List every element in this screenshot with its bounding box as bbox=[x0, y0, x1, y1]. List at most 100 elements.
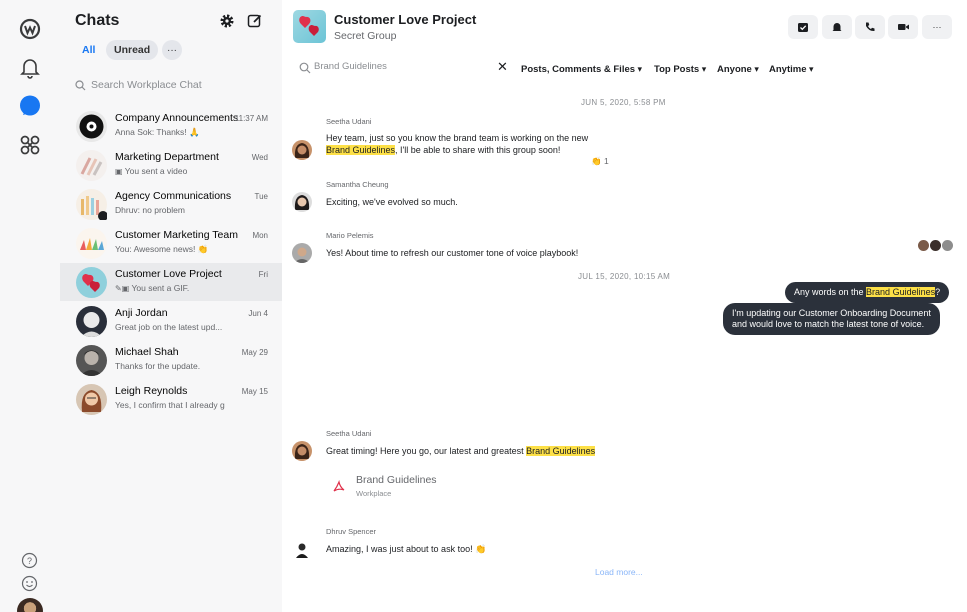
chat-item-preview-text: You sent a video bbox=[124, 166, 188, 176]
message-sender: Mario Pelemis bbox=[326, 231, 374, 240]
search-highlight: Brand Guidelines bbox=[526, 446, 596, 456]
avatar bbox=[76, 189, 108, 221]
gif-icon: ✎▣ bbox=[115, 284, 132, 293]
message-sender: Dhruv Spencer bbox=[326, 527, 377, 536]
chat-item-time: Jun 4 bbox=[248, 309, 268, 318]
message-text: Amazing, I was just about to ask too! 👏 bbox=[326, 544, 487, 554]
chat-item-preview: Dhruv: no problem bbox=[115, 205, 185, 215]
close-icon[interactable]: ✕ bbox=[497, 59, 508, 75]
chat-item-time: Fri bbox=[258, 270, 268, 279]
message-text-before: Any words on the bbox=[794, 287, 867, 297]
workplace-logo-icon[interactable] bbox=[16, 15, 44, 43]
message-text-line-1: I'm updating our Customer Onboarding Doc… bbox=[732, 308, 931, 318]
avatar bbox=[292, 192, 312, 212]
avatar bbox=[76, 150, 107, 181]
message-text: Exciting, we've evolved so much. bbox=[326, 197, 458, 207]
profile-avatar[interactable] bbox=[17, 598, 43, 612]
compose-icon[interactable] bbox=[247, 13, 265, 31]
nav-rail: ? bbox=[0, 0, 60, 612]
search-icon bbox=[75, 79, 86, 90]
avatar bbox=[76, 384, 107, 415]
message-text-before: Great timing! Here you go, our latest an… bbox=[326, 446, 527, 456]
message-sender: Samantha Cheung bbox=[326, 180, 389, 189]
help-icon[interactable]: ? bbox=[21, 552, 38, 569]
chat-item-preview: ✎▣ You sent a GIF. bbox=[115, 283, 225, 293]
filter-anyone-dropdown[interactable]: Anyone bbox=[717, 64, 759, 75]
avatar bbox=[292, 140, 312, 160]
more-options-button[interactable]: ··· bbox=[922, 15, 952, 39]
filter-posts-dropdown[interactable]: Posts, Comments & Files bbox=[521, 64, 642, 75]
video-icon bbox=[897, 24, 909, 30]
avatar bbox=[76, 267, 107, 298]
call-button[interactable] bbox=[855, 15, 885, 39]
chat-item-preview: You: Awesome news! 👏 bbox=[115, 244, 209, 254]
message-text: Great timing! Here you go, our latest an… bbox=[326, 445, 596, 457]
filter-more-button[interactable]: ··· bbox=[162, 40, 182, 60]
chat-item-michael-shah[interactable]: Michael Shah Thanks for the update. May … bbox=[60, 341, 282, 379]
filter-top-posts-dropdown[interactable]: Top Posts bbox=[654, 64, 706, 75]
outgoing-message: Any words on the Brand Guidelines? bbox=[785, 282, 950, 303]
reaction-badge[interactable]: 👏 1 bbox=[591, 156, 609, 167]
chat-item-time: Wed bbox=[251, 153, 268, 162]
date-separator: JUL 15, 2020, 10:15 AM bbox=[578, 272, 671, 281]
avatar bbox=[76, 306, 107, 337]
attachment-name[interactable]: Brand Guidelines bbox=[356, 474, 437, 486]
calendar-check-button[interactable] bbox=[788, 15, 818, 39]
chat-item-agency-communications[interactable]: Agency Communications Dhruv: no problem … bbox=[60, 185, 282, 223]
gear-icon[interactable] bbox=[219, 13, 237, 31]
avatar bbox=[292, 540, 312, 560]
chat-item-preview: Yes, I confirm that I already go... bbox=[115, 400, 225, 410]
group-avatar[interactable] bbox=[293, 10, 326, 43]
search-highlight: Brand Guidelines bbox=[866, 287, 936, 297]
video-call-button[interactable] bbox=[888, 15, 918, 39]
message-sender: Seetha Udani bbox=[326, 117, 372, 126]
chat-item-time: Tue bbox=[254, 192, 269, 201]
emoji-icon[interactable] bbox=[21, 575, 38, 592]
pdf-file-icon[interactable] bbox=[332, 479, 346, 494]
chat-item-name: Customer Marketing Team bbox=[115, 229, 238, 241]
chat-item-company-announcements[interactable]: Company Announcements Anna Sok: Thanks! … bbox=[60, 107, 282, 145]
filter-anytime-dropdown[interactable]: Anytime bbox=[769, 64, 814, 75]
bell-icon[interactable] bbox=[16, 54, 44, 82]
chat-item-preview: ▣ You sent a video bbox=[115, 166, 225, 176]
chat-item-customer-love-project[interactable]: Customer Love Project ✎▣ You sent a GIF.… bbox=[60, 263, 282, 301]
chat-item-time: May 15 bbox=[241, 387, 268, 396]
bell-button[interactable] bbox=[822, 15, 852, 39]
attachment-source: Workplace bbox=[356, 489, 392, 498]
chat-list-title: Chats bbox=[75, 12, 120, 29]
load-more-link[interactable]: Load more... bbox=[595, 567, 643, 577]
chat-item-name: Marketing Department bbox=[115, 151, 219, 163]
filter-unread-tab[interactable]: Unread bbox=[106, 40, 159, 60]
conversation-title: Customer Love Project bbox=[334, 12, 477, 27]
chat-item-marketing-department[interactable]: Marketing Department ▣ You sent a video … bbox=[60, 146, 282, 184]
date-separator: JUN 5, 2020, 5:58 PM bbox=[581, 98, 666, 107]
chat-item-preview-text: You sent a GIF. bbox=[131, 283, 190, 293]
workplace-chat-app: ? Chats All Unread ··· Search Workplace … bbox=[0, 0, 967, 612]
conversation-search-input[interactable]: Brand Guidelines bbox=[314, 61, 387, 72]
phone-icon bbox=[866, 22, 875, 32]
chat-item-name: Michael Shah bbox=[115, 346, 179, 358]
message-text-line-2: and would love to match the latest tone … bbox=[732, 319, 925, 329]
chat-item-time: Mon bbox=[252, 231, 268, 240]
chat-list-panel: Chats All Unread ··· Search Workplace Ch… bbox=[60, 0, 282, 612]
chat-search-placeholder: Search Workplace Chat bbox=[91, 79, 202, 91]
chat-bubble-icon[interactable] bbox=[16, 92, 44, 120]
outgoing-message: I'm updating our Customer Onboarding Doc… bbox=[723, 303, 940, 335]
chat-item-name: Customer Love Project bbox=[115, 268, 222, 280]
chat-item-time: 11:37 AM bbox=[234, 114, 268, 123]
chat-item-anji-jordan[interactable]: Anji Jordan Great job on the latest upd.… bbox=[60, 302, 282, 340]
chat-item-customer-marketing-team[interactable]: Customer Marketing Team You: Awesome new… bbox=[60, 224, 282, 262]
message-text: Yes! About time to refresh our customer … bbox=[326, 248, 579, 258]
avatar bbox=[76, 228, 107, 259]
search-icon bbox=[299, 61, 311, 74]
chat-item-leigh-reynolds[interactable]: Leigh Reynolds Yes, I confirm that I alr… bbox=[60, 380, 282, 418]
bell-icon bbox=[832, 23, 842, 31]
filter-all-tab[interactable]: All bbox=[82, 40, 95, 60]
chat-item-name: Anji Jordan bbox=[115, 307, 168, 319]
apps-icon[interactable] bbox=[16, 131, 44, 159]
message-sender: Seetha Udani bbox=[326, 429, 372, 438]
chat-item-preview: Great job on the latest upd... bbox=[115, 322, 223, 332]
chat-item-name: Agency Communications bbox=[115, 190, 232, 202]
seen-avatar bbox=[930, 240, 941, 251]
chat-search-input[interactable]: Search Workplace Chat bbox=[75, 76, 270, 94]
